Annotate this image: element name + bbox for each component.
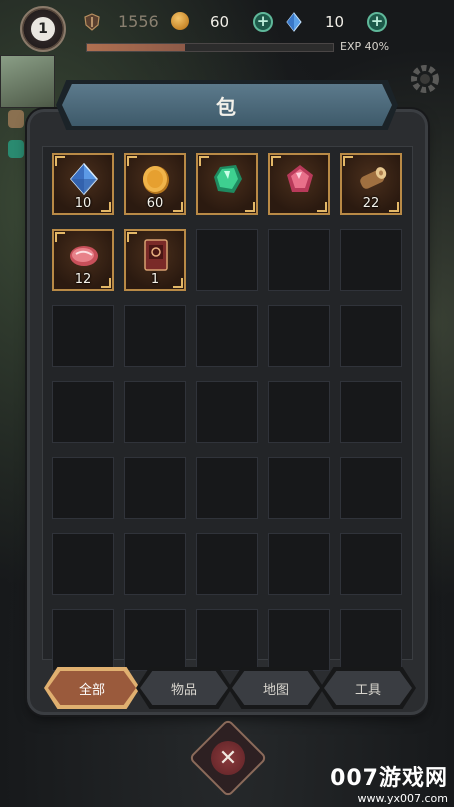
exp-bar-fill bbox=[87, 44, 186, 51]
power-value: 1556 bbox=[118, 12, 159, 31]
inventory-slot-filled[interactable] bbox=[196, 153, 258, 215]
inventory-slot-empty[interactable] bbox=[268, 229, 330, 291]
watermark-url: www.yx007.com bbox=[357, 792, 448, 805]
watermark-title: 007游戏网 bbox=[330, 766, 448, 791]
tab-all[interactable]: 全部 bbox=[48, 671, 136, 705]
inventory-slot-filled[interactable]: 12 bbox=[52, 229, 114, 291]
inventory-slot-empty[interactable] bbox=[52, 457, 114, 519]
item-quantity: 1 bbox=[150, 272, 160, 287]
item-quantity: 60 bbox=[146, 196, 164, 211]
tab-tools[interactable]: 工具 bbox=[324, 671, 412, 705]
inventory-slot-filled[interactable]: 1 bbox=[124, 229, 186, 291]
tab-map[interactable]: 地图 bbox=[232, 671, 320, 705]
raw-meat-icon bbox=[70, 246, 98, 266]
inventory-slot-empty[interactable] bbox=[124, 609, 186, 671]
inventory-slot-empty[interactable] bbox=[340, 305, 402, 367]
coin-count: 60 bbox=[210, 13, 230, 31]
inventory-slot-empty[interactable] bbox=[340, 457, 402, 519]
inventory-slot-empty[interactable] bbox=[52, 381, 114, 443]
item-quantity: 10 bbox=[74, 196, 92, 211]
level-badge[interactable]: 1 bbox=[20, 6, 66, 52]
diamond-icon bbox=[286, 12, 302, 32]
inventory-slot-empty[interactable] bbox=[124, 381, 186, 443]
inventory-slot-filled[interactable]: 60 bbox=[124, 153, 186, 215]
inventory-slot-empty[interactable] bbox=[268, 305, 330, 367]
title-banner: 包 bbox=[62, 84, 392, 126]
close-icon: ✕ bbox=[211, 741, 245, 775]
wood-log-icon bbox=[360, 167, 387, 189]
level-number: 1 bbox=[31, 17, 55, 41]
exp-label: EXP 40% bbox=[340, 40, 390, 53]
scroll-icon bbox=[8, 110, 24, 128]
shield-icon bbox=[84, 13, 100, 31]
inventory-slot-empty[interactable] bbox=[196, 381, 258, 443]
item-quantity: 12 bbox=[74, 272, 92, 287]
potion-icon bbox=[8, 140, 24, 158]
inventory-slot-empty[interactable] bbox=[340, 533, 402, 595]
card-icon bbox=[144, 239, 168, 271]
inventory-slot-empty[interactable] bbox=[196, 457, 258, 519]
inventory-slot-empty[interactable] bbox=[124, 533, 186, 595]
inventory-slot-empty[interactable] bbox=[340, 381, 402, 443]
tab-items[interactable]: 物品 bbox=[140, 671, 228, 705]
blue-crystal-icon bbox=[70, 162, 98, 196]
inventory-slot-empty[interactable] bbox=[52, 609, 114, 671]
character-portrait[interactable] bbox=[0, 55, 55, 108]
exp-bar bbox=[86, 43, 334, 52]
inventory-slot-empty[interactable] bbox=[340, 609, 402, 671]
inventory-slot-empty[interactable] bbox=[268, 609, 330, 671]
gold-coin-icon bbox=[143, 166, 169, 194]
inventory-slot-empty[interactable] bbox=[52, 305, 114, 367]
watermark: 007游戏网 www.yx007.com bbox=[330, 760, 448, 805]
add-coins-button[interactable]: + bbox=[253, 12, 273, 32]
inventory-slot-empty[interactable] bbox=[124, 305, 186, 367]
inventory-slot-empty[interactable] bbox=[268, 533, 330, 595]
inventory-slot-empty[interactable] bbox=[268, 457, 330, 519]
inventory-slot-empty[interactable] bbox=[196, 533, 258, 595]
top-hud: 1 1556 60 + 10 + EXP 40% bbox=[0, 0, 454, 60]
inventory-slot-empty[interactable] bbox=[196, 609, 258, 671]
red-gem-icon bbox=[287, 165, 313, 192]
inventory-slot-filled[interactable]: 10 bbox=[52, 153, 114, 215]
inventory-slot-empty[interactable] bbox=[268, 381, 330, 443]
add-gems-button[interactable]: + bbox=[367, 12, 387, 32]
inventory-slot-empty[interactable] bbox=[124, 457, 186, 519]
inventory-slot-filled[interactable]: 22 bbox=[340, 153, 402, 215]
inventory-slot-empty[interactable] bbox=[52, 533, 114, 595]
coin-icon bbox=[171, 12, 189, 30]
inventory-slot-empty[interactable] bbox=[340, 229, 402, 291]
inventory-slot-empty[interactable] bbox=[196, 305, 258, 367]
panel-title: 包 bbox=[216, 94, 238, 119]
item-quantity: 22 bbox=[362, 196, 380, 211]
gem-count: 10 bbox=[325, 13, 345, 31]
inventory-slot-filled[interactable] bbox=[268, 153, 330, 215]
gear-icon[interactable] bbox=[408, 62, 442, 96]
inventory-slot-empty[interactable] bbox=[196, 229, 258, 291]
green-gem-icon bbox=[214, 165, 242, 193]
